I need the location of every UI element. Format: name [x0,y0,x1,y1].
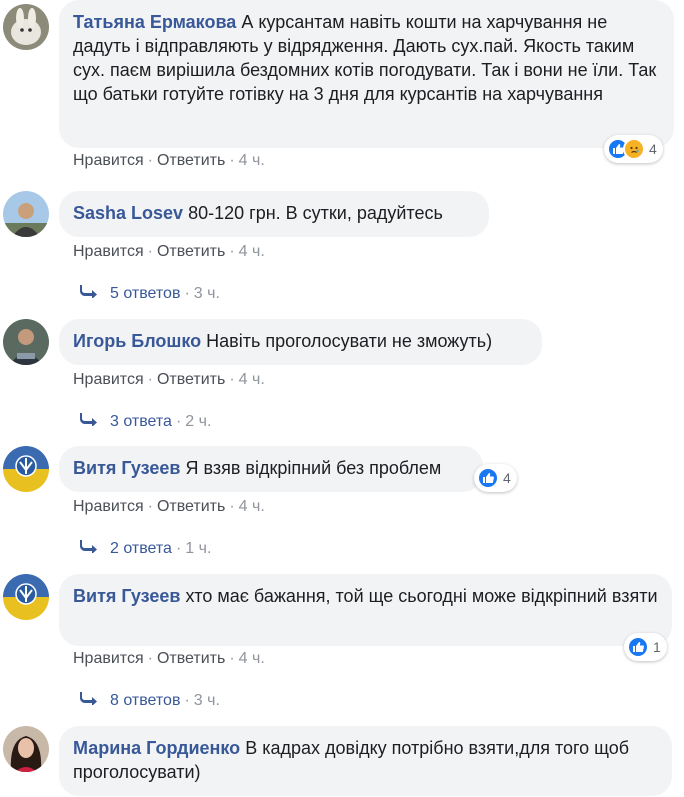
separator: · [229,650,235,667]
avatar[interactable] [3,4,49,50]
comment-actions: Нравится · Ответить · 4 ч. [73,370,265,390]
separator: · [147,371,153,388]
comment-bubble: Марина Гордиенко В кадрах довідку потріб… [59,726,672,796]
timestamp: 2 ч. [185,413,212,431]
timestamp[interactable]: 4 ч. [239,243,265,260]
reactions-summary[interactable]: 4 [474,464,517,492]
reply-link[interactable]: Ответить [157,498,225,515]
comment-bubble: Sasha Losev 80-120 грн. В сутки, радуйте… [59,191,489,237]
reactions-summary[interactable]: 4 [604,135,663,163]
separator: · [175,413,182,431]
timestamp: 3 ч. [193,692,220,710]
timestamp[interactable]: 4 ч. [239,152,265,169]
author-name[interactable]: Марина Гордиенко [73,738,240,758]
author-name[interactable]: Витя Гузеев [73,458,180,478]
comment-text: 80-120 грн. В сутки, радуйтесь [188,203,443,223]
reply-arrow-icon [80,691,98,711]
reply-link[interactable]: Ответить [157,152,225,169]
avatar[interactable] [3,726,49,772]
comment-actions: Нравится · Ответить · 4 ч. [73,242,265,262]
like-link[interactable]: Нравится [73,243,144,260]
separator: · [229,498,235,515]
reactions-summary[interactable]: 1 [624,633,667,661]
comment-text: Я взяв відкріпний без проблем [185,458,442,478]
like-link[interactable]: Нравится [73,371,144,388]
timestamp[interactable]: 4 ч. [239,498,265,515]
separator: · [229,152,235,169]
comment-text: хто має бажання, той ще сьогодні може ві… [185,586,658,606]
reaction-count: 4 [503,470,511,486]
separator: · [229,371,235,388]
replies-count[interactable]: 8 ответов [110,692,180,709]
view-replies-link[interactable]: 8 ответов · 3 ч. [80,691,220,711]
separator: · [147,650,153,667]
avatar[interactable] [3,446,49,492]
author-name[interactable]: Витя Гузеев [73,586,180,606]
avatar[interactable] [3,319,49,365]
sad-icon [623,138,645,160]
view-replies-link[interactable]: 3 ответа · 2 ч. [80,412,211,432]
author-name[interactable]: Татьяна Ермакова [73,12,236,32]
comment-bubble: Татьяна Ермакова А курсантам навіть кошт… [59,0,674,148]
avatar[interactable] [3,574,49,620]
comment-bubble: Витя Гузеев хто має бажання, той ще сьог… [59,574,672,646]
like-link[interactable]: Нравится [73,498,144,515]
like-icon [627,636,649,658]
reaction-count: 1 [653,639,661,655]
comment-bubble: Витя Гузеев Я взяв відкріпний без пробле… [59,446,483,492]
timestamp: 3 ч. [193,285,220,303]
view-replies-link[interactable]: 2 ответа · 1 ч. [80,539,211,559]
separator: · [175,540,182,558]
like-icon [477,467,499,489]
timestamp[interactable]: 4 ч. [239,371,265,388]
separator: · [229,243,235,260]
reply-link[interactable]: Ответить [157,371,225,388]
separator: · [147,498,153,515]
like-link[interactable]: Нравится [73,650,144,667]
separator: · [147,152,153,169]
avatar[interactable] [3,191,49,237]
author-name[interactable]: Игорь Блошко [73,331,201,351]
reply-arrow-icon [80,539,98,559]
reply-link[interactable]: Ответить [157,650,225,667]
reaction-count: 4 [649,141,657,157]
separator: · [147,243,153,260]
like-link[interactable]: Нравится [73,152,144,169]
replies-count[interactable]: 5 ответов [110,285,180,302]
comment-bubble: Игорь Блошко Навіть проголосувати не змо… [59,319,542,365]
comment-actions: Нравится · Ответить · 4 ч. [73,497,265,517]
replies-count[interactable]: 3 ответа [110,413,172,430]
timestamp: 1 ч. [185,540,212,558]
comment-actions: Нравится · Ответить · 4 ч. [73,151,265,171]
author-name[interactable]: Sasha Losev [73,203,183,223]
reply-arrow-icon [80,284,98,304]
separator: · [184,285,190,303]
replies-count[interactable]: 2 ответа [110,540,172,557]
comment-text: Навіть проголосувати не зможуть) [206,331,493,351]
reply-link[interactable]: Ответить [157,243,225,260]
view-replies-link[interactable]: 5 ответов · 3 ч. [80,284,220,304]
reply-arrow-icon [80,412,98,432]
timestamp[interactable]: 4 ч. [239,650,265,667]
separator: · [184,692,190,710]
comment-actions: Нравится · Ответить · 4 ч. [73,649,265,669]
